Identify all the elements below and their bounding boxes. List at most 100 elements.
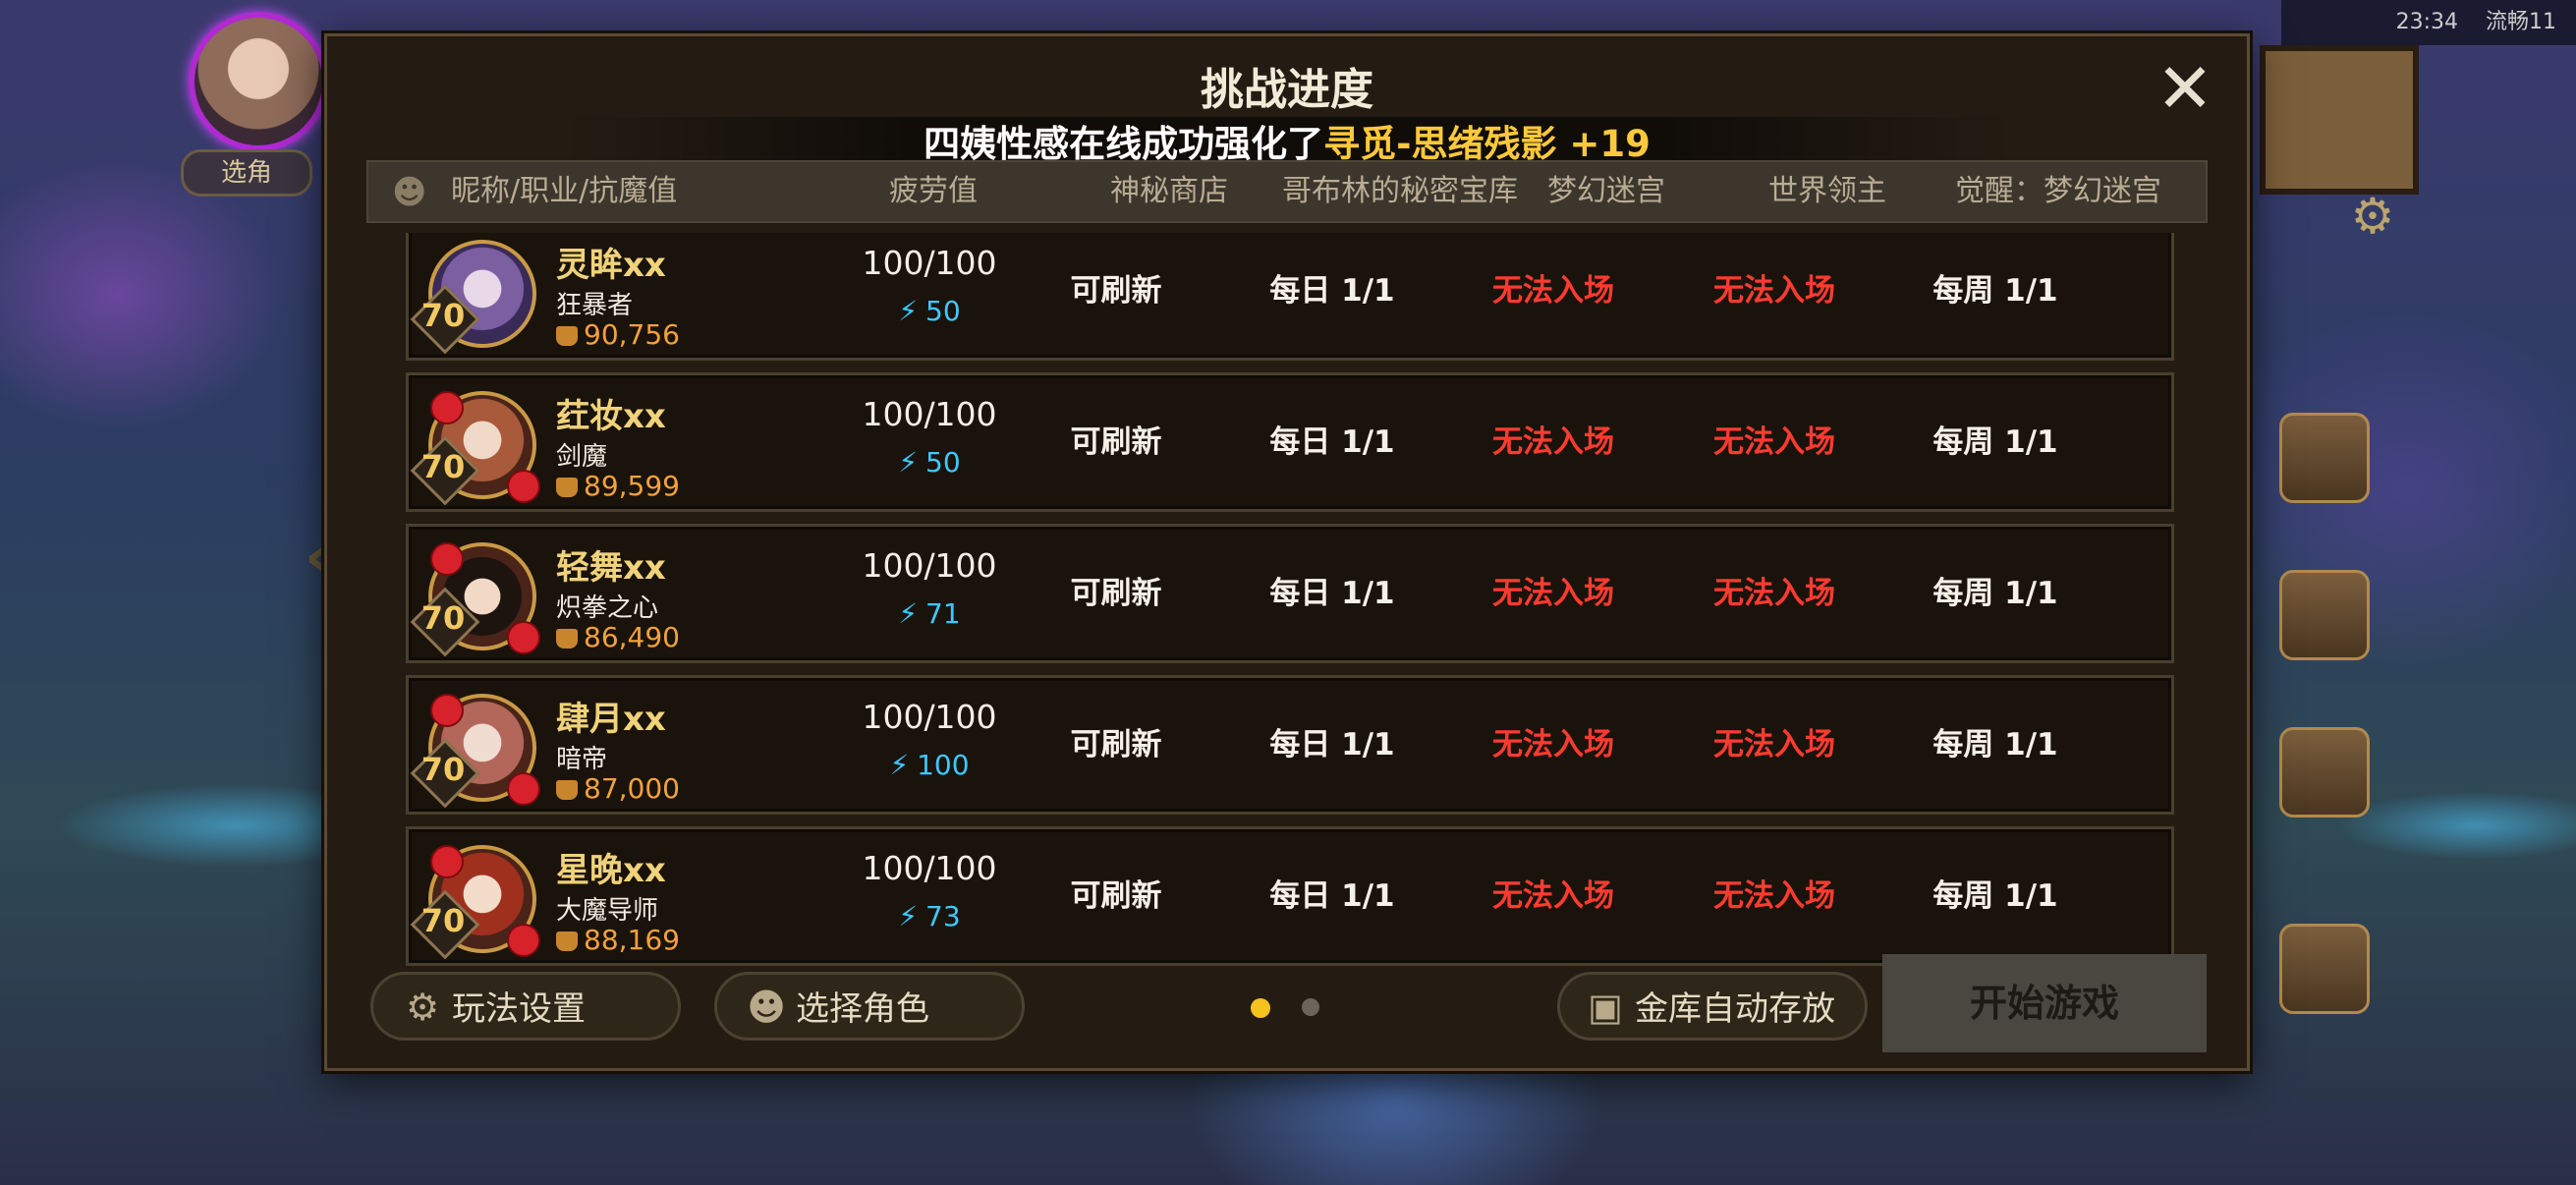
character-job: 狂暴者 — [556, 291, 634, 320]
flower-decoration — [430, 694, 464, 727]
flower-decoration — [430, 845, 464, 878]
table-row[interactable]: 70 灵眸xx 狂暴者 90,756 100/100 ⚡ 50 可刷新 每日 1/… — [406, 233, 2174, 361]
crown-icon — [556, 780, 578, 800]
character-list[interactable]: 70 灵眸xx 狂暴者 90,756 100/100 ⚡ 50 可刷新 每日 1/… — [406, 233, 2174, 967]
crown-icon — [556, 931, 578, 951]
goblin-status: 每日 1/1 — [1269, 424, 1395, 460]
col-fatigue: 疲劳值 — [889, 174, 978, 208]
fatigue-value: 100/100 — [862, 698, 997, 736]
awaken-status: 每周 1/1 — [1932, 727, 2058, 762]
gear-icon: ⚙ — [405, 986, 440, 1029]
level-badge: 70 — [410, 738, 480, 809]
level-badge: 70 — [410, 284, 480, 355]
fatigue-value: 100/100 — [862, 849, 997, 887]
shop-status: 可刷新 — [1070, 727, 1162, 762]
page-dot-active[interactable] — [1251, 998, 1270, 1018]
col-maze: 梦幻迷宫 — [1547, 174, 1665, 208]
chest-icon: ▣ — [1588, 986, 1623, 1029]
flower-decoration — [507, 621, 540, 654]
character-power: 90,756 — [556, 318, 680, 351]
awaken-status: 每周 1/1 — [1932, 424, 2058, 460]
energy-value: ⚡ 50 — [898, 446, 961, 479]
fatigue-value: 100/100 — [862, 395, 997, 433]
lightning-icon: ⚡ — [898, 597, 919, 630]
maze-status: 无法入场 — [1492, 424, 1614, 460]
page-dot[interactable] — [1302, 998, 1319, 1016]
crown-icon — [556, 478, 578, 497]
goblin-status: 每日 1/1 — [1269, 273, 1395, 309]
flower-decoration — [430, 542, 464, 576]
shop-status: 可刷新 — [1070, 878, 1162, 914]
flower-decoration — [430, 391, 464, 424]
table-row[interactable]: 70 星晚xx 大魔导师 88,169 100/100 ⚡ 73 可刷新 每日 1… — [406, 826, 2174, 966]
close-icon[interactable]: ✕ — [2151, 54, 2219, 125]
start-game-button[interactable]: 开始游戏 — [1882, 954, 2207, 1052]
character-head-icon: ☻ — [392, 173, 427, 212]
select-role-button[interactable]: ☻ 选择角色 — [714, 972, 1025, 1041]
character-name: 灵眸xx — [556, 246, 666, 285]
lightning-icon: ⚡ — [898, 295, 919, 327]
flower-decoration — [507, 772, 540, 806]
shop-status: 可刷新 — [1070, 273, 1162, 309]
bg-menu-button[interactable] — [2279, 727, 2370, 818]
table-header: ☻ 昵称/职业/抗魔值 疲劳值 神秘商店 哥布林的秘密宝库 梦幻迷宫 世界领主 … — [366, 160, 2208, 223]
bg-menu-button[interactable] — [2279, 413, 2370, 503]
notice-text: 四姨性感在线成功强化了 — [924, 123, 1324, 165]
status-network: 流畅11 — [2486, 10, 2556, 34]
character-icon: ☻ — [747, 986, 786, 1029]
gear-icon[interactable]: ⚙ — [2343, 187, 2402, 246]
bg-menu-button[interactable] — [2279, 924, 2370, 1014]
goblin-status: 每日 1/1 — [1269, 576, 1395, 611]
maze-status: 无法入场 — [1492, 878, 1614, 914]
maze-status: 无法入场 — [1492, 727, 1614, 762]
shop-status: 可刷新 — [1070, 424, 1162, 460]
boss-status: 无法入场 — [1713, 273, 1835, 309]
shop-status: 可刷新 — [1070, 576, 1162, 611]
table-row[interactable]: 70 肆月xx 暗帝 87,000 100/100 ⚡ 100 可刷新 每日 1/… — [406, 675, 2174, 815]
character-name: 星晚xx — [556, 851, 666, 890]
bg-menu-button[interactable] — [2279, 570, 2370, 660]
table-row[interactable]: 70 轻舞xx 炽拳之心 86,490 100/100 ⚡ 71 可刷新 每日 1… — [406, 524, 2174, 663]
character-job: 炽拳之心 — [556, 593, 659, 623]
goblin-status: 每日 1/1 — [1269, 878, 1395, 914]
awaken-status: 每周 1/1 — [1932, 273, 2058, 309]
crown-icon — [556, 629, 578, 649]
boss-status: 无法入场 — [1713, 727, 1835, 762]
character-power: 89,599 — [556, 470, 680, 502]
energy-value: ⚡ 73 — [898, 900, 961, 932]
energy-value: ⚡ 50 — [898, 295, 961, 327]
vault-auto-store-button[interactable]: ▣ 金库自动存放 — [1557, 972, 1868, 1041]
maze-status: 无法入场 — [1492, 273, 1614, 309]
maze-status: 无法入场 — [1492, 576, 1614, 611]
table-row[interactable]: 70 荭妆xx 剑魔 89,599 100/100 ⚡ 50 可刷新 每日 1/1… — [406, 372, 2174, 512]
energy-value: ⚡ 71 — [898, 597, 961, 630]
col-world-boss: 世界领主 — [1768, 174, 1886, 208]
character-job: 大魔导师 — [556, 896, 659, 926]
flower-decoration — [507, 924, 540, 957]
col-awaken-maze: 觉醒：梦幻迷宫 — [1955, 174, 2161, 208]
col-nickname: 昵称/职业/抗魔值 — [451, 174, 678, 208]
energy-value: ⚡ 100 — [889, 749, 970, 781]
minimap[interactable] — [2260, 45, 2419, 195]
lightning-icon: ⚡ — [898, 900, 919, 932]
awaken-status: 每周 1/1 — [1932, 576, 2058, 611]
character-name: 肆月xx — [556, 700, 666, 739]
level-badge: 70 — [410, 587, 480, 657]
player-avatar[interactable] — [189, 12, 328, 151]
character-power: 88,169 — [556, 924, 680, 956]
character-name: 轻舞xx — [556, 548, 666, 588]
notice-highlight: 寻觅-思绪残影 +19 — [1323, 123, 1651, 165]
crown-icon — [556, 326, 578, 346]
status-bar: 23:34 流畅11 — [2281, 0, 2576, 45]
fatigue-value: 100/100 — [862, 244, 997, 282]
goblin-status: 每日 1/1 — [1269, 727, 1395, 762]
level-badge: 70 — [410, 889, 480, 960]
lightning-icon: ⚡ — [898, 446, 919, 479]
boss-status: 无法入场 — [1713, 424, 1835, 460]
select-role-chip[interactable]: 选角 — [181, 149, 312, 197]
boss-status: 无法入场 — [1713, 878, 1835, 914]
gameplay-settings-button[interactable]: ⚙ 玩法设置 — [370, 972, 681, 1041]
flower-decoration — [507, 470, 540, 503]
level-badge: 70 — [410, 435, 480, 506]
character-job: 剑魔 — [556, 442, 608, 472]
